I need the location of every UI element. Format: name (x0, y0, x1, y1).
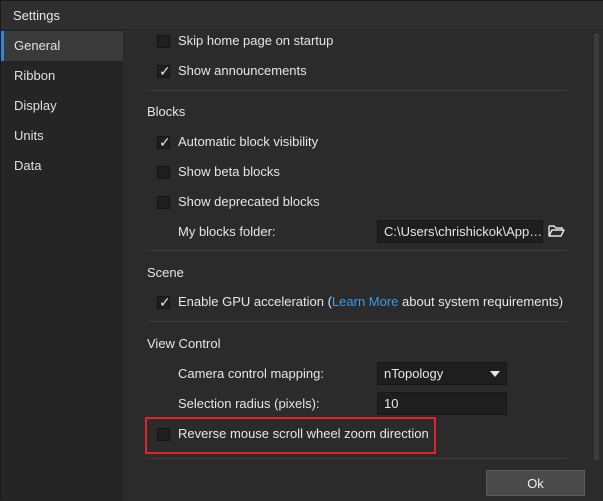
camera-mapping-value: nTopology (384, 366, 444, 381)
blocks-folder-input[interactable]: C:\Users\chrishickok\App… (377, 220, 543, 243)
sidebar-item-units[interactable]: Units (1, 121, 123, 151)
sidebar-item-label: Ribbon (14, 68, 56, 83)
sidebar: General Ribbon Display Units Data (1, 30, 123, 501)
sidebar-item-label: Units (14, 128, 44, 143)
sidebar-item-data[interactable]: Data (1, 151, 123, 181)
sidebar-item-label: General (14, 38, 61, 53)
camera-mapping-label: Camera control mapping: (178, 366, 324, 381)
settings-window: Settings General Ribbon Display Units Da… (0, 0, 603, 501)
checkmark-icon: ✓ (159, 294, 171, 310)
skip-home-label: Skip home page on startup (178, 33, 334, 48)
blocks-section-title: Blocks (147, 104, 186, 119)
ok-button[interactable]: Ok (486, 470, 585, 496)
deprecated-blocks-checkbox[interactable] (157, 196, 170, 209)
chevron-down-icon (490, 371, 500, 377)
title-bar: Settings (1, 1, 603, 30)
checkmark-icon: ✓ (159, 134, 171, 150)
announcements-label: Show announcements (178, 63, 307, 78)
settings-content: Skip home page on startup ✓ Show announc… (123, 30, 603, 460)
selection-radius-value: 10 (384, 396, 399, 411)
divider (147, 321, 567, 322)
window-title: Settings (13, 8, 60, 23)
learn-more-link[interactable]: Learn More (332, 294, 398, 309)
gpu-acceleration-label: Enable GPU acceleration (Learn More abou… (178, 294, 563, 309)
sidebar-item-display[interactable]: Display (1, 91, 123, 121)
checkmark-icon: ✓ (159, 63, 171, 79)
sidebar-item-label: Display (14, 98, 57, 113)
sidebar-item-general[interactable]: General (1, 31, 123, 61)
annotation-highlight-box (145, 417, 436, 454)
view-control-section-title: View Control (147, 336, 221, 351)
deprecated-blocks-label: Show deprecated blocks (178, 194, 320, 209)
divider (147, 458, 567, 459)
announcements-checkbox[interactable]: ✓ (157, 63, 171, 79)
gpu-label-suffix: about system requirements) (398, 294, 564, 309)
sidebar-item-label: Data (14, 158, 42, 173)
folder-open-icon[interactable] (548, 223, 566, 239)
selection-radius-input[interactable]: 10 (377, 392, 507, 415)
beta-blocks-label: Show beta blocks (178, 164, 280, 179)
blocks-folder-value: C:\Users\chrishickok\App… (384, 224, 543, 239)
skip-home-checkbox[interactable] (157, 35, 170, 48)
scrollbar-thumb[interactable] (594, 33, 599, 461)
auto-visibility-label: Automatic block visibility (178, 134, 319, 149)
beta-blocks-checkbox[interactable] (157, 166, 170, 179)
divider (147, 90, 567, 91)
auto-visibility-checkbox[interactable]: ✓ (157, 134, 171, 150)
gpu-acceleration-checkbox[interactable]: ✓ (157, 294, 171, 310)
scene-section-title: Scene (147, 265, 184, 280)
divider (147, 250, 567, 251)
gpu-label-prefix: Enable GPU acceleration ( (178, 294, 332, 309)
selection-radius-label: Selection radius (pixels): (178, 396, 320, 411)
vertical-scrollbar[interactable] (592, 30, 601, 461)
sidebar-item-ribbon[interactable]: Ribbon (1, 61, 123, 91)
blocks-folder-label: My blocks folder: (178, 224, 276, 239)
camera-mapping-select[interactable]: nTopology (377, 362, 507, 385)
